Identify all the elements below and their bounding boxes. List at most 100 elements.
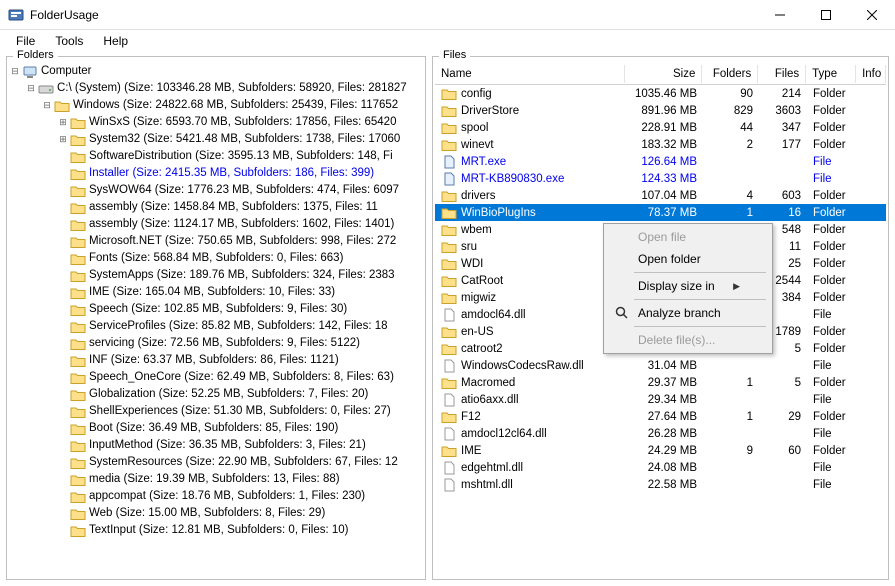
tree-item[interactable]: SoftwareDistribution (Size: 3595.13 MB, … xyxy=(9,148,423,165)
folders-tree-body[interactable]: ⊟Computer⊟C:\ (System) (Size: 103346.28 … xyxy=(7,63,425,579)
tree-item[interactable]: ServiceProfiles (Size: 85.82 MB, Subfold… xyxy=(9,318,423,335)
file-name-label: IME xyxy=(461,445,481,457)
tree-item[interactable]: Speech (Size: 102.85 MB, Subfolders: 9, … xyxy=(9,301,423,318)
file-name-label: F12 xyxy=(461,411,481,423)
file-row[interactable]: F1227.64 MB129Folder xyxy=(435,408,886,425)
file-row[interactable]: amdocl12cl64.dll26.28 MBFile xyxy=(435,425,886,442)
expand-icon[interactable]: ⊞ xyxy=(57,131,69,148)
col-header-info[interactable]: Info xyxy=(856,65,886,83)
tree-item[interactable]: ⊟ C:\ (System) (Size: 103346.28 MB, Subfo… xyxy=(9,80,423,97)
tree-item-label: Microsoft.NET (Size: 750.65 MB, Subfolde… xyxy=(89,233,396,250)
folder-icon xyxy=(70,218,86,232)
tree-item[interactable]: Microsoft.NET (Size: 750.65 MB, Subfolde… xyxy=(9,233,423,250)
file-folders-cell: 2 xyxy=(703,139,759,151)
folder-icon xyxy=(70,116,86,130)
tree-item-label: InputMethod (Size: 36.35 MB, Subfolders:… xyxy=(89,437,366,454)
file-row[interactable]: WinBioPlugIns78.37 MB116Folder xyxy=(435,204,886,221)
menu-help[interactable]: Help xyxy=(93,32,138,50)
tree-item[interactable]: Globalization (Size: 52.25 MB, Subfolder… xyxy=(9,386,423,403)
file-files-cell: 347 xyxy=(759,122,807,134)
file-type-cell: Folder xyxy=(807,88,857,100)
tree-item[interactable]: ⊟Windows (Size: 24822.68 MB, Subfolders:… xyxy=(9,97,423,114)
col-header-name[interactable]: Name xyxy=(435,65,625,83)
tree-item[interactable]: appcompat (Size: 18.76 MB, Subfolders: 1… xyxy=(9,488,423,505)
tree-item[interactable]: ⊞System32 (Size: 5421.48 MB, Subfolders:… xyxy=(9,131,423,148)
file-row[interactable]: WindowsCodecsRaw.dll31.04 MBFile xyxy=(435,357,886,374)
tree-item-label: assembly (Size: 1458.84 MB, Subfolders: … xyxy=(89,199,378,216)
col-header-size[interactable]: Size xyxy=(625,65,703,83)
folder-icon xyxy=(70,320,86,334)
tree-item[interactable]: Web (Size: 15.00 MB, Subfolders: 8, File… xyxy=(9,505,423,522)
context-menu: Open file Open folder Display size in ▶ … xyxy=(603,223,773,354)
file-name-cell: winevt xyxy=(435,138,625,152)
ctx-display-size[interactable]: Display size in ▶ xyxy=(606,275,770,297)
tree-item[interactable]: ⊟Computer xyxy=(9,63,423,80)
file-row[interactable]: atio6axx.dll29.34 MBFile xyxy=(435,391,886,408)
tree-item[interactable]: servicing (Size: 72.56 MB, Subfolders: 9… xyxy=(9,335,423,352)
file-size-cell: 1035.46 MB xyxy=(625,88,703,100)
file-icon xyxy=(441,359,457,373)
collapse-icon[interactable]: ⊟ xyxy=(9,63,21,80)
file-name-cell: IME xyxy=(435,444,625,458)
file-row[interactable]: winevt183.32 MB2177Folder xyxy=(435,136,886,153)
tree-item[interactable]: assembly (Size: 1124.17 MB, Subfolders: … xyxy=(9,216,423,233)
tree-item-label: SysWOW64 (Size: 1776.23 MB, Subfolders: … xyxy=(89,182,399,199)
collapse-icon[interactable]: ⊟ xyxy=(25,80,37,97)
file-icon xyxy=(441,461,457,475)
file-row[interactable]: IME24.29 MB960Folder xyxy=(435,442,886,459)
minimize-button[interactable] xyxy=(757,0,803,30)
file-size-cell: 126.64 MB xyxy=(625,156,703,168)
file-row[interactable]: MRT.exe126.64 MBFile xyxy=(435,153,886,170)
tree-item[interactable]: ShellExperiences (Size: 51.30 MB, Subfol… xyxy=(9,403,423,420)
tree-item[interactable]: IME (Size: 165.04 MB, Subfolders: 10, Fi… xyxy=(9,284,423,301)
menu-tools[interactable]: Tools xyxy=(45,32,93,50)
tree-item[interactable]: ⊞WinSxS (Size: 6593.70 MB, Subfolders: 1… xyxy=(9,114,423,131)
file-row[interactable]: config1035.46 MB90214Folder xyxy=(435,85,886,102)
files-list-body[interactable]: Name Size Folders Files Type Info config… xyxy=(433,63,888,579)
col-header-files[interactable]: Files xyxy=(758,65,806,83)
col-header-folders[interactable]: Folders xyxy=(702,65,758,83)
file-row[interactable]: spool228.91 MB44347Folder xyxy=(435,119,886,136)
tree-item[interactable]: Boot (Size: 36.49 MB, Subfolders: 85, Fi… xyxy=(9,420,423,437)
collapse-icon[interactable]: ⊟ xyxy=(41,97,53,114)
file-row[interactable]: MRT-KB890830.exe124.33 MBFile xyxy=(435,170,886,187)
file-row[interactable]: drivers107.04 MB4603Folder xyxy=(435,187,886,204)
file-row[interactable]: mshtml.dll22.58 MBFile xyxy=(435,476,886,493)
file-row[interactable]: Macromed29.37 MB15Folder xyxy=(435,374,886,391)
folder-icon xyxy=(70,235,86,249)
folder-tree[interactable]: ⊟Computer⊟C:\ (System) (Size: 103346.28 … xyxy=(9,63,423,539)
file-name-label: amdocl64.dll xyxy=(461,309,526,321)
tree-item[interactable]: SysWOW64 (Size: 1776.23 MB, Subfolders: … xyxy=(9,182,423,199)
file-row[interactable]: edgehtml.dll24.08 MBFile xyxy=(435,459,886,476)
tree-item[interactable]: SystemApps (Size: 189.76 MB, Subfolders:… xyxy=(9,267,423,284)
folder-icon xyxy=(441,410,457,424)
file-row[interactable]: DriverStore891.96 MB8293603Folder xyxy=(435,102,886,119)
tree-item[interactable]: TextInput (Size: 12.81 MB, Subfolders: 0… xyxy=(9,522,423,539)
tree-item[interactable]: Installer (Size: 2415.35 MB, Subfolders:… xyxy=(9,165,423,182)
file-name-cell: WindowsCodecsRaw.dll xyxy=(435,359,625,373)
file-type-cell: Folder xyxy=(807,292,857,304)
ctx-open-folder[interactable]: Open folder xyxy=(606,248,770,270)
folder-icon xyxy=(70,439,86,453)
tree-item[interactable]: Fonts (Size: 568.84 MB, Subfolders: 0, F… xyxy=(9,250,423,267)
col-header-type[interactable]: Type xyxy=(806,65,856,83)
file-icon xyxy=(441,393,457,407)
tree-item[interactable]: SystemResources (Size: 22.90 MB, Subfold… xyxy=(9,454,423,471)
tree-item[interactable]: Speech_OneCore (Size: 62.49 MB, Subfolde… xyxy=(9,369,423,386)
folder-icon xyxy=(70,354,86,368)
file-name-cell: F12 xyxy=(435,410,625,424)
tree-item[interactable]: InputMethod (Size: 36.35 MB, Subfolders:… xyxy=(9,437,423,454)
folder-icon xyxy=(441,444,457,458)
maximize-button[interactable] xyxy=(803,0,849,30)
close-button[interactable] xyxy=(849,0,895,30)
tree-item-label: C:\ (System) (Size: 103346.28 MB, Subfol… xyxy=(57,80,407,97)
file-type-cell: Folder xyxy=(807,411,857,423)
tree-item[interactable]: INF (Size: 63.37 MB, Subfolders: 86, Fil… xyxy=(9,352,423,369)
expand-icon[interactable]: ⊞ xyxy=(57,114,69,131)
menu-file[interactable]: File xyxy=(6,32,45,50)
ctx-analyze-branch[interactable]: Analyze branch xyxy=(606,302,770,324)
computer-icon xyxy=(22,65,38,79)
tree-item[interactable]: media (Size: 19.39 MB, Subfolders: 13, F… xyxy=(9,471,423,488)
folder-icon xyxy=(441,342,457,356)
tree-item[interactable]: assembly (Size: 1458.84 MB, Subfolders: … xyxy=(9,199,423,216)
